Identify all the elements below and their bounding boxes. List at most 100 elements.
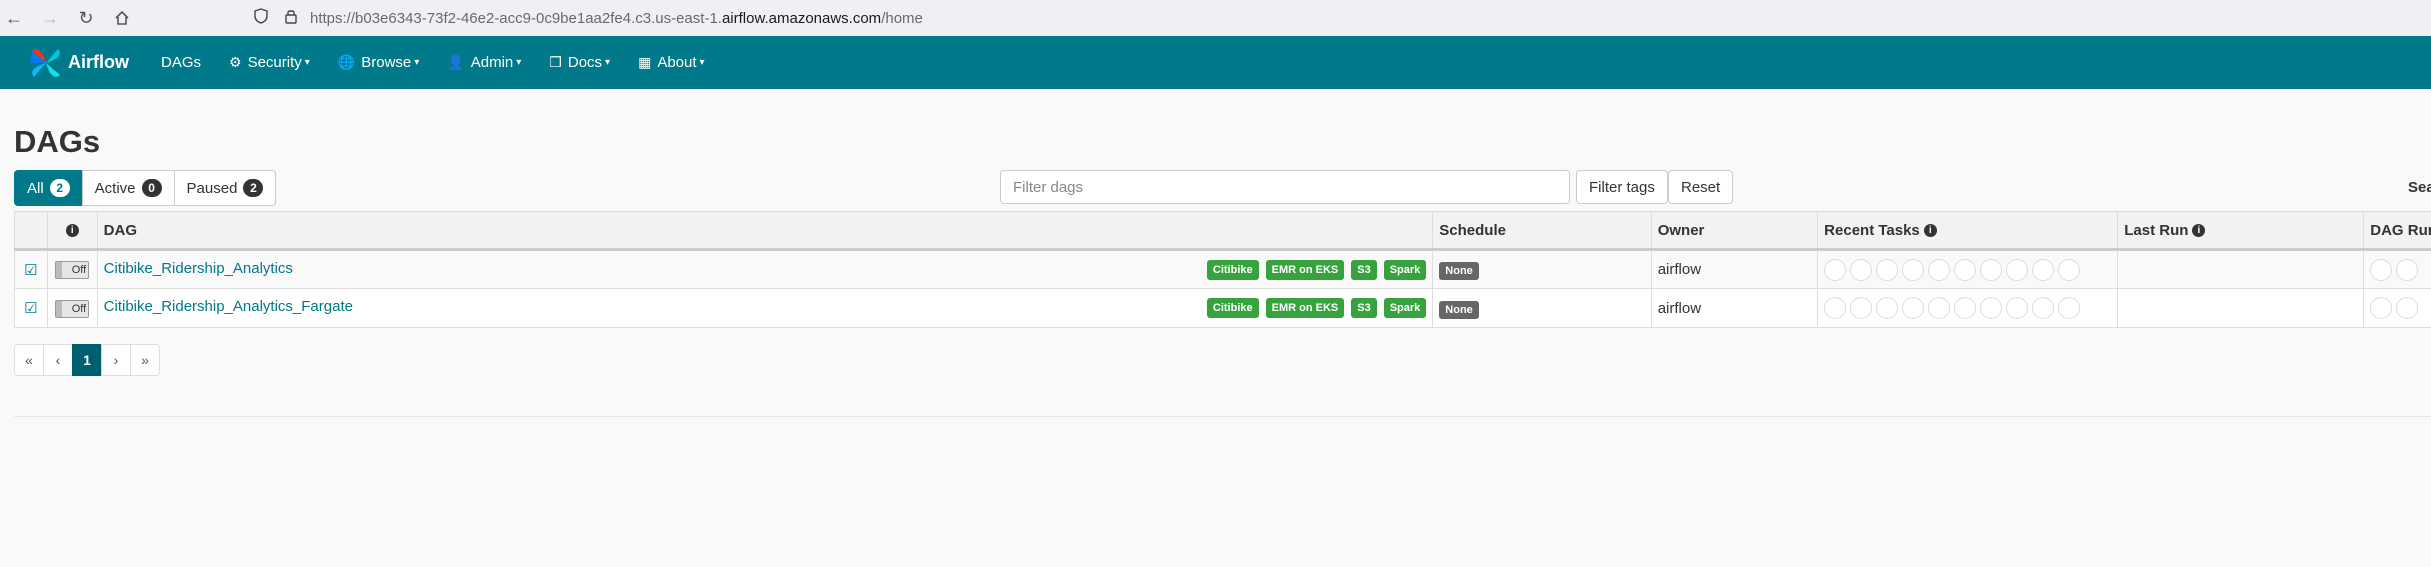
home-icon[interactable] [108, 4, 136, 32]
pagination-current[interactable]: 1 [72, 344, 102, 376]
filter-all-button[interactable]: All 2 [14, 170, 83, 206]
dag-tag[interactable]: Spark [1383, 298, 1427, 318]
schedule-cell: None [1432, 249, 1652, 289]
table-row: ☑ Off Citibike_Ridership_Analytics Citib… [14, 249, 2431, 289]
task-state-circle[interactable] [1850, 297, 1873, 319]
globe-icon: 🌐 [337, 54, 356, 70]
task-state-circle[interactable] [1902, 297, 1925, 319]
task-state-circle[interactable] [1824, 258, 1847, 281]
dag-tag[interactable]: S3 [1351, 298, 1377, 318]
task-state-circle[interactable] [2032, 297, 2055, 319]
schedule-badge[interactable]: None [1439, 300, 1479, 319]
browser-toolbar: ← → ↻ https://b03e6343-73f2-46e2-acc9-0c… [0, 0, 2431, 37]
caret-down-icon: ▾ [699, 57, 705, 68]
dag-tag[interactable]: EMR on EKS [1265, 259, 1345, 280]
edit-icon[interactable]: ☑ [24, 262, 37, 279]
pause-toggle[interactable]: Off [55, 299, 90, 318]
dag-run-circle[interactable] [2370, 297, 2393, 319]
caret-down-icon: ▾ [516, 57, 522, 68]
dag-cell: Citibike_Ridership_Analytics Citibike EM… [96, 249, 1434, 289]
task-state-circle[interactable] [1902, 258, 1925, 281]
dag-tag[interactable]: Citibike [1206, 259, 1259, 280]
filter-paused-label: Paused [186, 179, 238, 197]
pagination-first[interactable]: « [14, 344, 44, 376]
dag-run-circle[interactable] [2396, 258, 2419, 281]
nav-admin-label: Admin [470, 54, 514, 71]
header-dag[interactable]: DAG [96, 211, 1434, 251]
dag-tag[interactable]: EMR on EKS [1265, 298, 1345, 318]
shield-icon[interactable] [250, 8, 272, 28]
pagination: « ‹ 1 › » [14, 344, 160, 376]
url-prefix: https://b03e6343-73f2-46e2-acc9-0c9be1aa… [310, 9, 722, 27]
task-state-circle[interactable] [2006, 258, 2029, 281]
brand-link[interactable]: Airflow [26, 43, 129, 83]
pagination-last[interactable]: » [130, 344, 160, 376]
header-owner[interactable]: Owner [1650, 211, 1819, 251]
recent-tasks-label: Recent Tasks [1824, 221, 1920, 239]
edit-icon[interactable]: ☑ [24, 300, 37, 317]
dag-tag[interactable]: Citibike [1206, 298, 1259, 318]
edit-cell: ☑ [14, 288, 48, 328]
task-state-circle[interactable] [2058, 297, 2081, 319]
filter-active-button[interactable]: Active 0 [81, 170, 175, 206]
nav-docs[interactable]: ❒ Docs ▾ [549, 54, 610, 71]
dag-link[interactable]: Citibike_Ridership_Analytics [104, 260, 293, 277]
pause-toggle[interactable]: Off [55, 261, 90, 279]
dag-tag[interactable]: Spark [1383, 259, 1427, 280]
task-state-circle[interactable] [2058, 258, 2081, 281]
task-state-circle[interactable] [1980, 297, 2003, 319]
dag-link[interactable]: Citibike_Ridership_Analytics_Fargate [104, 298, 353, 315]
pagination-prev[interactable]: ‹ [43, 344, 73, 376]
reset-button[interactable]: Reset [1668, 170, 1734, 204]
reload-icon[interactable]: ↻ [72, 4, 100, 32]
count-badge: 0 [141, 179, 162, 197]
pagination-next[interactable]: › [101, 344, 131, 376]
dag-run-circle[interactable] [2396, 297, 2419, 319]
task-state-circle[interactable] [1928, 258, 1951, 281]
task-state-circle[interactable] [1980, 258, 2003, 281]
dag-cell: Citibike_Ridership_Analytics_Fargate Cit… [96, 288, 1434, 328]
status-filter-group: All 2 Active 0 Paused 2 [14, 170, 277, 206]
task-state-circle[interactable] [1850, 258, 1873, 281]
reset-label: Reset [1681, 178, 1721, 196]
filter-tags-button[interactable]: Filter tags [1576, 170, 1668, 204]
task-state-circle[interactable] [1954, 258, 1977, 281]
nav-browse-label: Browse [361, 54, 412, 71]
task-state-circle[interactable] [1876, 258, 1899, 281]
task-state-circle[interactable] [1876, 297, 1899, 319]
nav-docs-label: Docs [567, 54, 603, 71]
task-state-circle[interactable] [2006, 297, 2029, 319]
task-state-circle[interactable] [1954, 297, 1977, 319]
nav-security-label: Security [247, 54, 302, 71]
url-host: airflow.amazonaws.com [721, 9, 882, 27]
edit-cell: ☑ [14, 249, 48, 289]
nav-browse[interactable]: 🌐 Browse ▾ [338, 54, 420, 71]
task-state-circle[interactable] [2032, 258, 2055, 281]
url-path: /home [881, 9, 923, 27]
arrow-left-icon[interactable]: ← [0, 4, 28, 32]
user-icon: 👤 [447, 54, 465, 70]
header-schedule[interactable]: Schedule [1432, 211, 1652, 251]
info-icon[interactable]: i [65, 224, 79, 238]
nav-about[interactable]: ▦ About ▾ [638, 54, 704, 71]
url-bar[interactable]: https://b03e6343-73f2-46e2-acc9-0c9be1aa… [250, 4, 2430, 32]
dag-run-circle[interactable] [2370, 258, 2393, 281]
schedule-badge[interactable]: None [1439, 262, 1479, 280]
arrow-right-icon[interactable]: → [36, 4, 64, 32]
nav-admin[interactable]: 👤 Admin ▾ [447, 54, 521, 71]
lock-icon[interactable] [280, 8, 302, 28]
header-info: i [46, 211, 98, 251]
nav-dags[interactable]: DAGs [161, 54, 201, 71]
header-edit [14, 211, 48, 251]
filter-dags-input[interactable] [1000, 170, 1570, 204]
filter-paused-button[interactable]: Paused 2 [173, 170, 277, 206]
table-header-row: i DAG Schedule Owner Recent Tasks i Last … [14, 211, 2431, 251]
toggle-cell: Off [46, 249, 98, 289]
info-icon[interactable]: i [1923, 224, 1937, 238]
task-state-circle[interactable] [1824, 297, 1847, 319]
dag-tag[interactable]: S3 [1351, 259, 1377, 280]
info-icon[interactable]: i [2192, 224, 2206, 238]
task-state-circle[interactable] [1928, 297, 1951, 319]
nav-security[interactable]: ⚙ Security ▾ [229, 54, 310, 71]
toggle-cell: Off [46, 288, 98, 328]
